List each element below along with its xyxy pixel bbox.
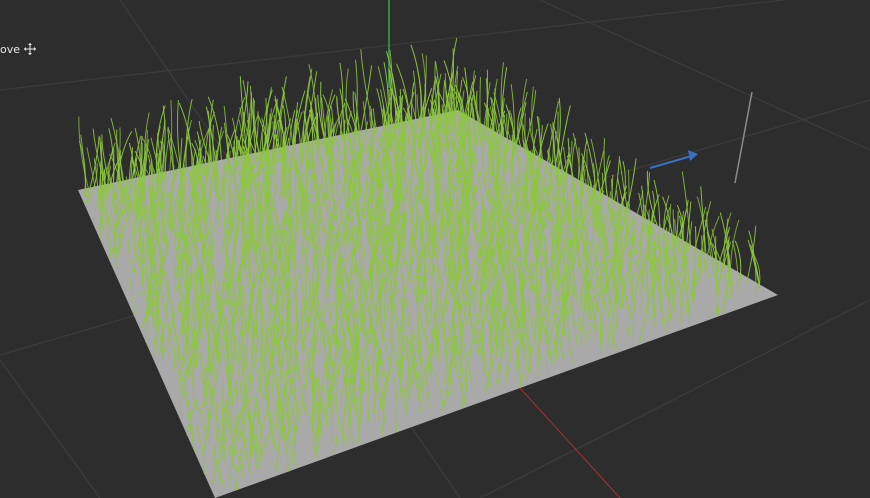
3d-viewport[interactable]	[0, 0, 870, 498]
grass-strand	[461, 230, 463, 292]
move-arrows-icon	[24, 43, 37, 55]
move-tool-indicator[interactable]: ove	[0, 40, 39, 58]
move-tool-label: ove	[0, 42, 21, 56]
